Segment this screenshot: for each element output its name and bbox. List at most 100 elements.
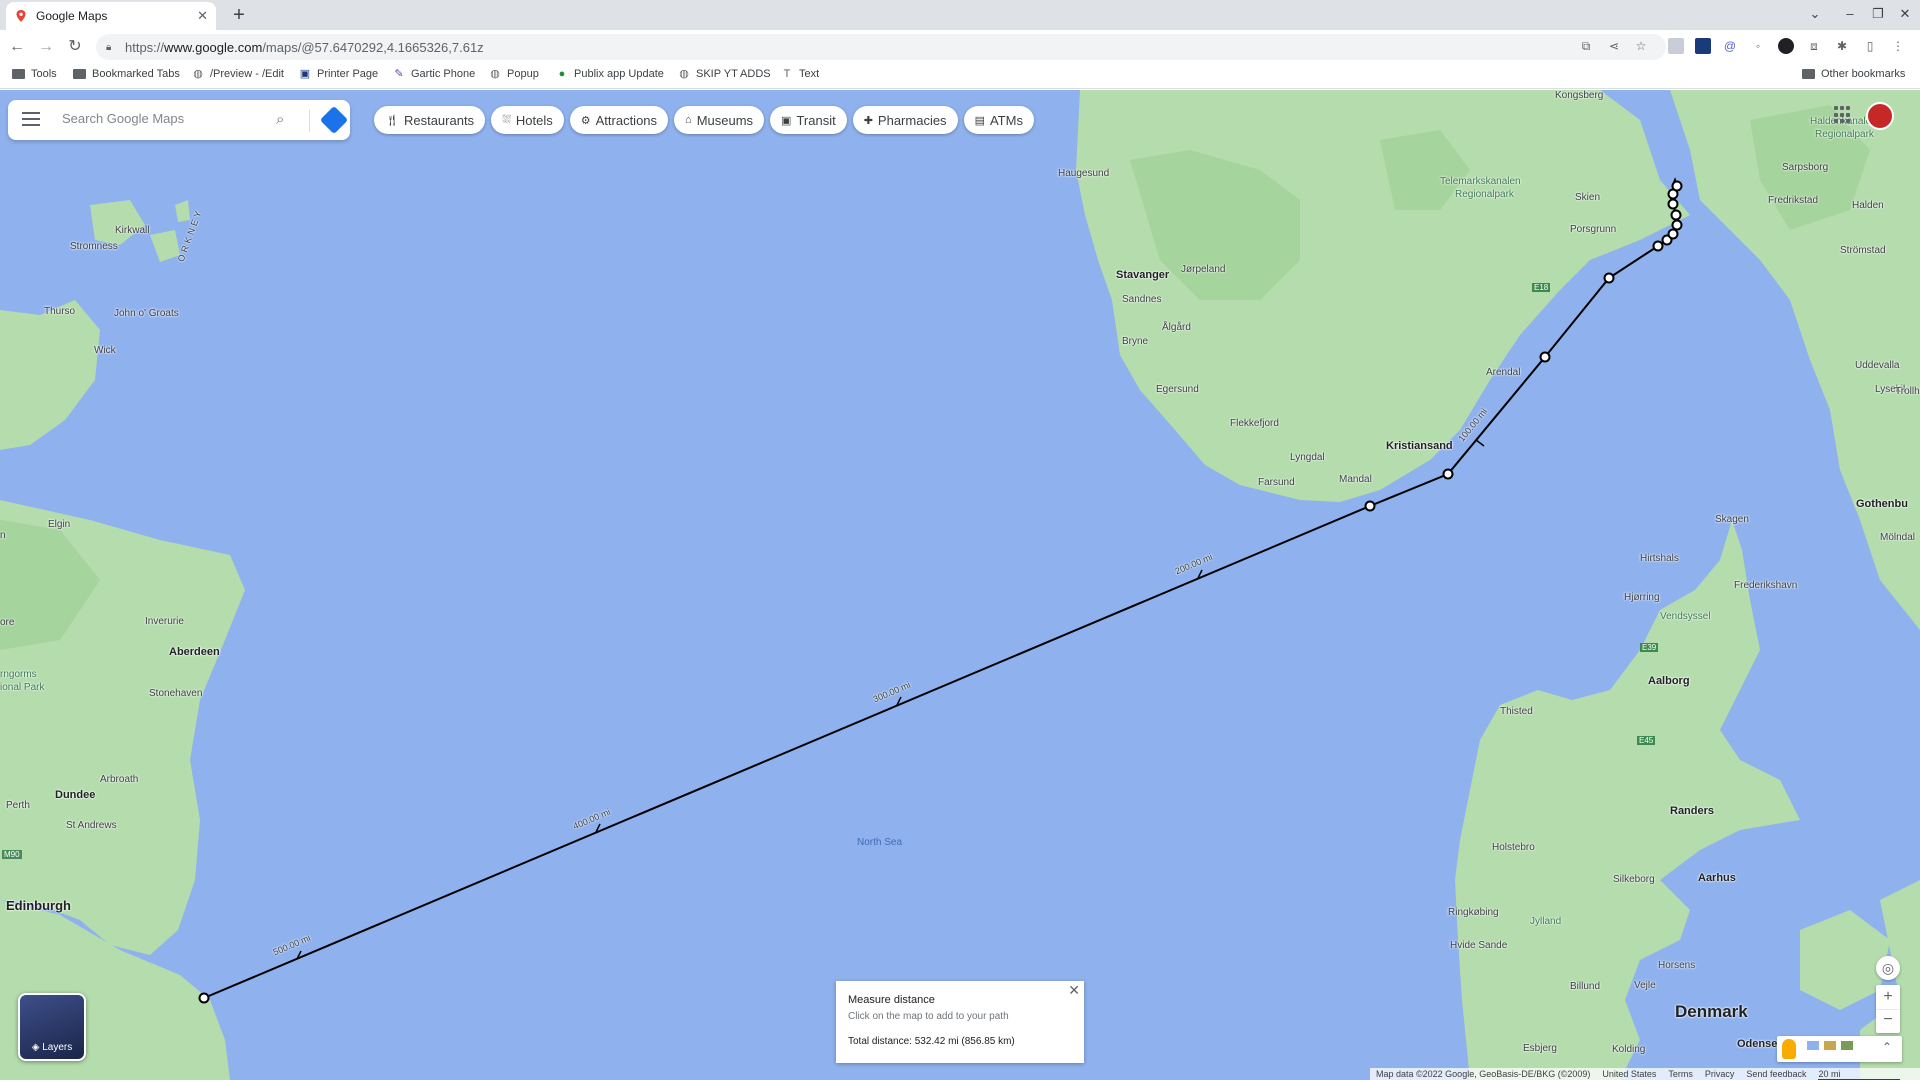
send-feedback-link[interactable]: Send feedback <box>1746 1069 1806 1079</box>
place-label: Halden <box>1852 200 1884 211</box>
bookmark-item[interactable]: Bookmarked Tabs <box>73 68 180 80</box>
my-location-icon[interactable]: ◎ <box>1876 956 1900 980</box>
other-bookmarks[interactable]: Other bookmarks <box>1802 68 1905 80</box>
restore-icon[interactable]: ❐ <box>1868 6 1888 22</box>
museum-icon: ⌂ <box>685 114 692 126</box>
browser-toolbar: ← → ↻ 🔒︎ https://www.google.com/maps/@57… <box>0 30 1920 63</box>
reload-icon[interactable]: ↻ <box>64 36 86 58</box>
text-icon: T <box>783 68 791 80</box>
back-icon[interactable]: ← <box>6 36 28 58</box>
address-bar[interactable]: 🔒︎ https://www.google.com/maps/@57.64702… <box>96 34 1666 60</box>
lock-icon: 🔒︎ <box>106 41 112 53</box>
chip-label: Transit <box>796 112 836 128</box>
google-apps-icon[interactable] <box>1834 106 1852 124</box>
extension-icon[interactable]: ◦ <box>1750 38 1766 54</box>
url-path: /maps/@57.6470292,4.1665326,7.61z <box>262 39 484 55</box>
bookmark-item[interactable]: ● Publix app Update <box>556 68 664 80</box>
place-label: Stromness <box>70 241 118 252</box>
search-icon[interactable]: ⌕ <box>276 111 284 128</box>
search-input[interactable] <box>62 111 262 126</box>
extension-icon[interactable] <box>1778 38 1794 54</box>
place-label: Arendal <box>1486 367 1521 378</box>
extension-icon[interactable] <box>1695 38 1711 54</box>
bookmark-label: Text <box>799 68 820 80</box>
printer-page-icon: ▣ <box>299 68 311 80</box>
place-label: Stonehaven <box>149 688 203 699</box>
bookmark-label: Printer Page <box>317 68 379 80</box>
puzzle-icon[interactable]: ✱ <box>1834 38 1850 54</box>
close-window-icon[interactable]: ✕ <box>1895 6 1915 22</box>
chip-atms[interactable]: ▤ ATMs <box>963 106 1034 134</box>
more-menu-icon[interactable]: ⋮ <box>1890 38 1906 54</box>
place-label: Strömstad <box>1840 245 1886 256</box>
expand-icon[interactable]: ⌃ <box>1882 1040 1892 1054</box>
map-canvas[interactable]: 500.00 mi 400.00 mi 300.00 mi 200.00 mi … <box>0 90 1920 1080</box>
extension-icon[interactable]: ⧈ <box>1806 38 1822 54</box>
close-icon[interactable]: ✕ <box>1068 982 1080 999</box>
place-label: Regionalpark <box>1815 129 1874 140</box>
place-label: Silkeborg <box>1613 874 1655 885</box>
bookmark-star-icon[interactable]: ☆ <box>1633 38 1649 54</box>
place-label: Skien <box>1575 192 1601 203</box>
share-icon[interactable]: ⋖ <box>1606 38 1622 54</box>
measure-ticks <box>296 439 1485 960</box>
folder-icon <box>73 69 86 79</box>
bookmark-item[interactable]: ▣ Printer Page <box>299 68 378 80</box>
place-label: Sandnes <box>1122 294 1162 305</box>
place-label: Frederikshavn <box>1734 580 1798 591</box>
directions-icon[interactable] <box>319 105 349 135</box>
measure-total: Total distance: 532.42 mi (856.85 km) <box>848 1036 1015 1047</box>
browser-tab[interactable]: Google Maps ✕ <box>6 2 216 30</box>
privacy-link[interactable]: Privacy <box>1705 1069 1735 1079</box>
place-label: Aalborg <box>1648 675 1690 687</box>
place-label: Esbjerg <box>1523 1043 1557 1054</box>
zoom-out-icon[interactable]: − <box>1876 1009 1900 1033</box>
open-in-app-icon[interactable]: ⧉ <box>1578 38 1594 54</box>
extension-icon[interactable] <box>1668 38 1684 54</box>
chip-transit[interactable]: ▣ Transit <box>770 106 847 134</box>
chip-label: Pharmacies <box>877 112 947 128</box>
globe-icon: ◍ <box>193 68 203 80</box>
place-label: Fredrikstad <box>1768 195 1819 206</box>
road-shield: E18 <box>1532 283 1551 292</box>
search-panel: ⌕ <box>8 100 350 140</box>
new-tab-icon[interactable]: + <box>228 4 250 27</box>
chip-restaurants[interactable]: 🍴︎ Restaurants <box>374 106 486 134</box>
chip-label: Museums <box>696 112 754 128</box>
chip-museums[interactable]: ⌂ Museums <box>674 106 765 134</box>
place-label: Telemarkskanalen <box>1440 176 1521 187</box>
tab-close-icon[interactable]: ✕ <box>197 8 208 24</box>
tab-search-icon[interactable]: ⌄ <box>1805 6 1825 22</box>
bookmark-item[interactable]: ◍ SKIP YT ADDS <box>678 68 770 80</box>
terms-link[interactable]: Terms <box>1668 1069 1693 1079</box>
bookmark-item[interactable]: ✎ Gartic Phone <box>393 68 475 80</box>
bookmark-item[interactable]: ◍ Popup <box>489 68 539 80</box>
extension-icon[interactable]: @ <box>1722 38 1738 54</box>
layers-button[interactable]: ◈ Layers <box>18 993 86 1061</box>
chip-hotels[interactable]: ⛆ Hotels <box>491 106 564 134</box>
hamburger-menu-icon[interactable] <box>22 112 40 128</box>
minimize-icon[interactable]: – <box>1840 6 1860 21</box>
chip-attractions[interactable]: ⚙︎ Attractions <box>569 106 669 134</box>
zoom-in-icon[interactable]: + <box>1876 985 1900 1009</box>
bookmark-label: Bookmarked Tabs <box>92 68 180 80</box>
region-link[interactable]: United States <box>1602 1069 1656 1079</box>
place-label: Vejle <box>1634 980 1656 991</box>
bookmark-item[interactable]: Tools <box>12 68 57 80</box>
avatar[interactable] <box>1866 102 1894 130</box>
pegman-icon[interactable] <box>1782 1039 1796 1059</box>
bookmark-item[interactable]: T Text <box>781 68 820 80</box>
forward-icon[interactable]: → <box>35 36 57 58</box>
place-label: Ringkøbing <box>1448 907 1499 918</box>
scale-bar[interactable]: 20 mi <box>1818 1069 1901 1080</box>
map-thumbnails[interactable] <box>1806 1040 1854 1051</box>
side-panel-icon[interactable]: ▯ <box>1862 38 1878 54</box>
chip-label: Attractions <box>595 112 658 128</box>
folder-icon <box>12 69 25 79</box>
place-label: Kolding <box>1612 1044 1646 1055</box>
folder-icon <box>1802 69 1815 79</box>
bookmark-item[interactable]: ◍ /Preview - /Edit <box>192 68 284 80</box>
chip-pharmacies[interactable]: ✚ Pharmacies <box>852 106 958 134</box>
measure-hint: Click on the map to add to your path <box>848 1011 1009 1022</box>
place-label: Mandal <box>1339 474 1372 485</box>
